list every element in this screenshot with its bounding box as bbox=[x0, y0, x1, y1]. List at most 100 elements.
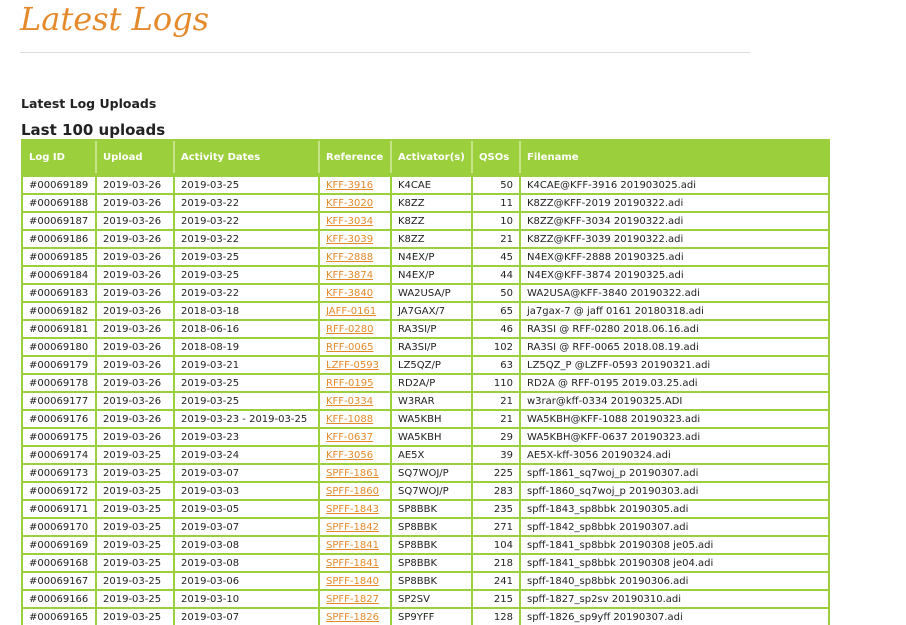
reference-link[interactable]: SPFF-1840 bbox=[326, 576, 379, 587]
log-id-cell: #00069182 bbox=[23, 301, 97, 319]
upload-date-cell: 2019-03-25 bbox=[97, 517, 175, 535]
header-upload[interactable]: Upload bbox=[97, 141, 175, 173]
filename-cell: spff-1827_sp2sv 20190310.adi bbox=[521, 589, 828, 607]
upload-date-cell: 2019-03-26 bbox=[97, 193, 175, 211]
activity-dates-cell: 2019-03-25 bbox=[175, 265, 320, 283]
table-row: #00069189 2019-03-26 2019-03-25 KFF-3916 K4C… bbox=[23, 173, 828, 193]
activity-dates-cell: 2019-03-25 bbox=[175, 391, 320, 409]
reference-link[interactable]: JAFF-0161 bbox=[326, 306, 376, 317]
activity-dates-cell: 2019-03-23 bbox=[175, 427, 320, 445]
header-activity-dates[interactable]: Activity Dates bbox=[175, 141, 320, 173]
activity-dates-cell: 2019-03-22 bbox=[175, 229, 320, 247]
activator-cell: W3RAR bbox=[392, 391, 473, 409]
activity-dates-cell: 2019-03-25 bbox=[175, 247, 320, 265]
filename-cell: spff-1840_sp8bbk 20190306.adi bbox=[521, 571, 828, 589]
filename-cell: K8ZZ@KFF-3039 20190322.adi bbox=[521, 229, 828, 247]
reference-cell: KFF-2888 bbox=[320, 247, 392, 265]
activity-dates-cell: 2019-03-24 bbox=[175, 445, 320, 463]
reference-link[interactable]: SPFF-1827 bbox=[326, 594, 379, 605]
reference-cell: KFF-0637 bbox=[320, 427, 392, 445]
upload-date-cell: 2019-03-26 bbox=[97, 283, 175, 301]
upload-date-cell: 2019-03-26 bbox=[97, 355, 175, 373]
reference-link[interactable]: SPFF-1826 bbox=[326, 612, 379, 623]
page-title: Latest Logs bbox=[20, 0, 209, 38]
filename-cell: spff-1843_sp8bbk 20190305.adi bbox=[521, 499, 828, 517]
activator-cell: RD2A/P bbox=[392, 373, 473, 391]
header-activators[interactable]: Activator(s) bbox=[392, 141, 473, 173]
upload-date-cell: 2019-03-26 bbox=[97, 337, 175, 355]
reference-link[interactable]: KFF-3039 bbox=[326, 234, 373, 245]
reference-cell: SPFF-1841 bbox=[320, 535, 392, 553]
reference-link[interactable]: RFF-0195 bbox=[326, 378, 374, 389]
filename-cell: WA5KBH@KFF-0637 20190323.adi bbox=[521, 427, 828, 445]
qsos-cell: 63 bbox=[473, 355, 521, 373]
reference-link[interactable]: KFF-3056 bbox=[326, 450, 373, 461]
log-id-cell: #00069184 bbox=[23, 265, 97, 283]
activity-dates-cell: 2019-03-07 bbox=[175, 463, 320, 481]
header-reference[interactable]: Reference bbox=[320, 141, 392, 173]
activator-cell: LZ5QZ/P bbox=[392, 355, 473, 373]
activity-dates-cell: 2019-03-05 bbox=[175, 499, 320, 517]
upload-date-cell: 2019-03-26 bbox=[97, 211, 175, 229]
table-row: #00069167 2019-03-25 2019-03-06 SPFF-1840 SP… bbox=[23, 571, 828, 589]
activator-cell: SP8BBK bbox=[392, 499, 473, 517]
reference-link[interactable]: KFF-3840 bbox=[326, 288, 373, 299]
reference-cell: SPFF-1826 bbox=[320, 607, 392, 625]
activator-cell: K8ZZ bbox=[392, 193, 473, 211]
upload-date-cell: 2019-03-26 bbox=[97, 173, 175, 193]
reference-cell: KFF-3916 bbox=[320, 173, 392, 193]
activity-dates-cell: 2019-03-25 bbox=[175, 173, 320, 193]
table-row: #00069187 2019-03-26 2019-03-22 KFF-3034 K8Z… bbox=[23, 211, 828, 229]
table-row: #00069171 2019-03-25 2019-03-05 SPFF-1843 SP… bbox=[23, 499, 828, 517]
activity-dates-cell: 2019-03-03 bbox=[175, 481, 320, 499]
reference-link[interactable]: KFF-1088 bbox=[326, 414, 373, 425]
qsos-cell: 271 bbox=[473, 517, 521, 535]
reference-link[interactable]: KFF-0637 bbox=[326, 432, 373, 443]
filename-cell: N4EX@KFF-3874 20190325.adi bbox=[521, 265, 828, 283]
reference-link[interactable]: KFF-0334 bbox=[326, 396, 373, 407]
log-id-cell: #00069165 bbox=[23, 607, 97, 625]
reference-link[interactable]: SPFF-1842 bbox=[326, 522, 379, 533]
qsos-cell: 65 bbox=[473, 301, 521, 319]
filename-cell: WA2USA@KFF-3840 20190322.adi bbox=[521, 283, 828, 301]
filename-cell: spff-1826_sp9yff 20190307.adi bbox=[521, 607, 828, 625]
reference-link[interactable]: SPFF-1841 bbox=[326, 558, 379, 569]
upload-date-cell: 2019-03-26 bbox=[97, 301, 175, 319]
log-id-cell: #00069167 bbox=[23, 571, 97, 589]
qsos-cell: 110 bbox=[473, 373, 521, 391]
reference-cell: JAFF-0161 bbox=[320, 301, 392, 319]
activator-cell: SP2SV bbox=[392, 589, 473, 607]
log-id-cell: #00069166 bbox=[23, 589, 97, 607]
header-qsos[interactable]: QSOs bbox=[473, 141, 521, 173]
activity-dates-cell: 2018-03-18 bbox=[175, 301, 320, 319]
reference-link[interactable]: KFF-3916 bbox=[326, 180, 373, 191]
reference-link[interactable]: RFF-0280 bbox=[326, 324, 374, 335]
filename-cell: LZ5QZ_P @LZFF-0593 20190321.adi bbox=[521, 355, 828, 373]
header-log-id[interactable]: Log ID bbox=[23, 141, 97, 173]
reference-link[interactable]: KFF-3020 bbox=[326, 198, 373, 209]
upload-date-cell: 2019-03-25 bbox=[97, 571, 175, 589]
reference-link[interactable]: SPFF-1841 bbox=[326, 540, 379, 551]
reference-link[interactable]: SPFF-1860 bbox=[326, 486, 379, 497]
reference-link[interactable]: RFF-0065 bbox=[326, 342, 374, 353]
log-id-cell: #00069178 bbox=[23, 373, 97, 391]
filename-cell: RA3SI @ RFF-0280 2018.06.16.adi bbox=[521, 319, 828, 337]
upload-date-cell: 2019-03-25 bbox=[97, 589, 175, 607]
upload-date-cell: 2019-03-25 bbox=[97, 445, 175, 463]
header-filename[interactable]: Filename bbox=[521, 141, 828, 173]
reference-link[interactable]: LZFF-0593 bbox=[326, 360, 379, 371]
reference-link[interactable]: SPFF-1861 bbox=[326, 468, 379, 479]
filename-cell: spff-1841_sp8bbk 20190308 je04.adi bbox=[521, 553, 828, 571]
reference-link[interactable]: SPFF-1843 bbox=[326, 504, 379, 515]
upload-date-cell: 2019-03-25 bbox=[97, 463, 175, 481]
qsos-cell: 104 bbox=[473, 535, 521, 553]
activator-cell: K8ZZ bbox=[392, 229, 473, 247]
reference-link[interactable]: KFF-3034 bbox=[326, 216, 373, 227]
qsos-cell: 11 bbox=[473, 193, 521, 211]
table-row: #00069172 2019-03-25 2019-03-03 SPFF-1860 SQ… bbox=[23, 481, 828, 499]
activity-dates-cell: 2019-03-25 bbox=[175, 373, 320, 391]
reference-link[interactable]: KFF-3874 bbox=[326, 270, 373, 281]
filename-cell: spff-1860_sq7woj_p 20190303.adi bbox=[521, 481, 828, 499]
table-body: #00069189 2019-03-26 2019-03-25 KFF-3916 K4C… bbox=[23, 173, 828, 625]
reference-link[interactable]: KFF-2888 bbox=[326, 252, 373, 263]
